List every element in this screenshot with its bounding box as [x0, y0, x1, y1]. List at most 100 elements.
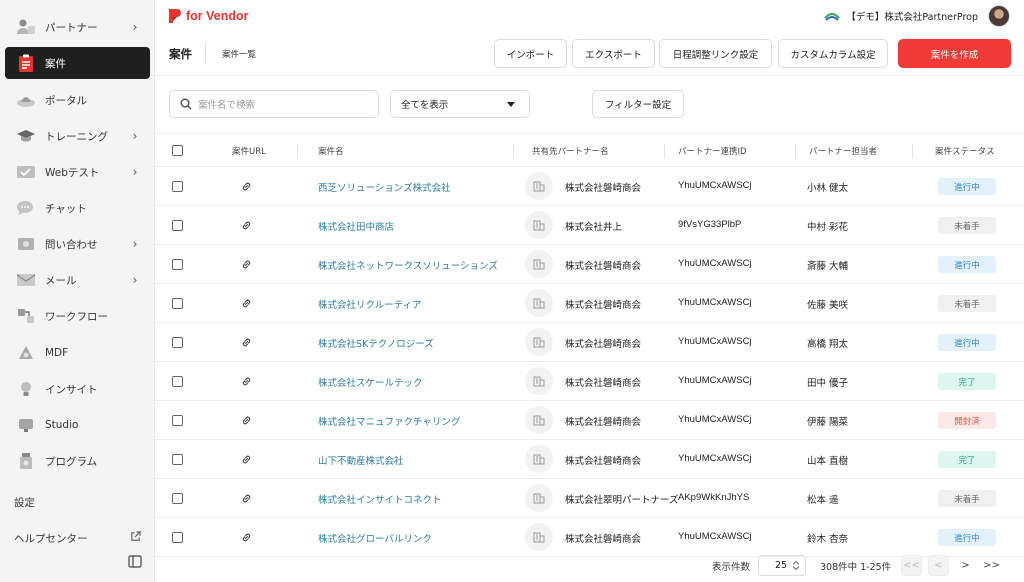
test-icon — [15, 161, 37, 183]
table-row[interactable]: 山下不動産株式会社 株式会社磐崎商会 YhuUMCxAWSCj 山本 直樹 完了 — [155, 440, 1024, 479]
status-badge[interactable]: 未着手 — [938, 490, 996, 507]
create-case-button[interactable]: 案件を作成 — [898, 39, 1011, 68]
table-row[interactable]: 株式会社田中商店 株式会社井上 9fVsYG33PlbP 中村 彩花 未着手 — [155, 206, 1024, 245]
sidebar-item-settings[interactable]: 設定 — [14, 495, 35, 510]
sidebar-item-partners[interactable]: パートナー › — [5, 11, 150, 43]
filter-settings-button[interactable]: フィルター設定 — [592, 90, 684, 118]
per-page-select[interactable]: 25 — [758, 555, 806, 576]
case-name-link[interactable]: 西芝ソリューションズ株式会社 — [318, 180, 451, 194]
sidebar-item-chat[interactable]: チャット — [5, 192, 150, 224]
table-row[interactable]: 西芝ソリューションズ株式会社 株式会社磐崎商会 YhuUMCxAWSCj 小林 健太 進… — [155, 167, 1024, 206]
sidebar-item-inquiry[interactable]: 問い合わせ › — [5, 228, 150, 260]
col-case-name[interactable]: 案件名 — [318, 145, 344, 157]
next-page-button[interactable]: > — [955, 555, 976, 576]
row-checkbox[interactable] — [172, 220, 183, 231]
status-badge[interactable]: 進行中 — [938, 529, 996, 546]
case-name-link[interactable]: 株式会社SKテクノロジーズ — [318, 336, 434, 350]
row-checkbox[interactable] — [172, 376, 183, 387]
case-name-link[interactable]: 株式会社インサイトコネクト — [318, 492, 442, 506]
case-name-link[interactable]: 株式会社ネットワークスソリューションズ — [318, 258, 498, 272]
sidebar-item-studio[interactable]: Studio — [5, 409, 150, 441]
col-case-url[interactable]: 案件URL — [232, 145, 266, 157]
last-page-button[interactable]: >> — [981, 555, 1002, 576]
export-button[interactable]: エクスポート — [572, 39, 655, 68]
case-name-link[interactable]: 山下不動産株式会社 — [318, 453, 404, 467]
sidebar-item-training[interactable]: トレーニング › — [5, 120, 150, 152]
avatar[interactable] — [988, 5, 1010, 27]
table-row[interactable]: 株式会社インサイトコネクト 株式会社翠明パートナーズ AKp9WkKnJhYS 松本 … — [155, 479, 1024, 518]
sidebar-item-webtest[interactable]: Webテスト › — [5, 156, 150, 188]
table-row[interactable]: 株式会社SKテクノロジーズ 株式会社磐崎商会 YhuUMCxAWSCj 高橋 翔太 進行… — [155, 323, 1024, 362]
building-icon — [525, 445, 553, 473]
case-name-link[interactable]: 株式会社グローバルリンク — [318, 531, 432, 545]
status-badge[interactable]: 未着手 — [938, 295, 996, 312]
link-icon[interactable] — [241, 259, 252, 273]
building-icon — [525, 172, 553, 200]
sidebar-item-mail[interactable]: メール › — [5, 264, 150, 296]
col-divider — [912, 144, 913, 158]
sidebar-item-label: プログラム — [45, 455, 98, 468]
custom-column-settings-button[interactable]: カスタムカラム設定 — [778, 39, 888, 68]
status-badge[interactable]: 進行中 — [938, 256, 996, 273]
case-name-link[interactable]: 株式会社田中商店 — [318, 219, 394, 233]
row-checkbox[interactable] — [172, 259, 183, 270]
link-icon[interactable] — [241, 181, 252, 195]
partner-id: YhuUMCxAWSCj — [678, 453, 752, 464]
search-placeholder: 案件名で検索 — [198, 100, 256, 111]
sidebar-item-workflow[interactable]: ワークフロー — [5, 300, 150, 332]
scope-select[interactable]: 全てを表示 — [390, 90, 530, 118]
table-row[interactable]: 株式会社ネットワークスソリューションズ 株式会社磐崎商会 YhuUMCxAWSCj 斎… — [155, 245, 1024, 284]
col-partner-contact[interactable]: パートナー担当者 — [809, 145, 877, 157]
status-badge[interactable]: 開封済 — [938, 412, 996, 429]
sidebar-item-portal[interactable]: ポータル — [5, 84, 150, 116]
link-icon[interactable] — [241, 298, 252, 312]
import-button[interactable]: インポート — [494, 39, 567, 68]
status-badge[interactable]: 進行中 — [938, 334, 996, 351]
chat-icon — [15, 197, 37, 219]
sidebar-item-insight[interactable]: インサイト — [5, 373, 150, 405]
row-checkbox[interactable] — [172, 493, 183, 504]
row-checkbox[interactable] — [172, 181, 183, 192]
case-name-link[interactable]: 株式会社スケールテック — [318, 375, 423, 389]
case-name-link[interactable]: 株式会社リクルーティア — [318, 297, 422, 311]
status-badge[interactable]: 進行中 — [938, 178, 996, 195]
first-page-button[interactable]: << — [901, 555, 922, 576]
prev-page-button[interactable]: < — [928, 555, 949, 576]
status-badge[interactable]: 完了 — [938, 373, 996, 390]
link-icon[interactable] — [241, 337, 252, 351]
col-partner-name[interactable]: 共有先パートナー名 — [532, 145, 609, 157]
table-row[interactable]: 株式会社リクルーティア 株式会社磐崎商会 YhuUMCxAWSCj 佐藤 美咲 未着手 — [155, 284, 1024, 323]
search-input[interactable]: 案件名で検索 — [169, 90, 379, 118]
link-icon[interactable] — [241, 532, 252, 546]
row-checkbox[interactable] — [172, 415, 183, 426]
row-checkbox[interactable] — [172, 454, 183, 465]
schedule-link-settings-button[interactable]: 日程調整リンク設定 — [659, 39, 772, 68]
sidebar-item-program[interactable]: プログラム — [5, 445, 150, 477]
link-icon[interactable] — [241, 220, 252, 234]
sidebar-item-cases[interactable]: 案件 — [5, 47, 150, 79]
brand-logo[interactable]: for Vendor — [168, 8, 249, 24]
sidebar-item-help[interactable]: ヘルプセンター — [14, 531, 88, 546]
select-all-checkbox[interactable] — [172, 145, 183, 156]
sidebar-item-label: チャット — [45, 202, 87, 215]
link-icon[interactable] — [241, 376, 252, 390]
row-checkbox[interactable] — [172, 298, 183, 309]
col-partner-id[interactable]: パートナー連携ID — [678, 145, 747, 157]
partner-contact: 山本 直樹 — [807, 456, 849, 467]
row-checkbox[interactable] — [172, 337, 183, 348]
table-row[interactable]: 株式会社スケールテック 株式会社磐崎商会 YhuUMCxAWSCj 田中 優子 完了 — [155, 362, 1024, 401]
case-name-link[interactable]: 株式会社マニュファクチャリング — [318, 414, 460, 428]
partner-contact: 小林 健太 — [807, 183, 849, 194]
link-icon[interactable] — [241, 493, 252, 507]
table-row[interactable]: 株式会社マニュファクチャリング 株式会社磐崎商会 YhuUMCxAWSCj 伊藤 陽菜… — [155, 401, 1024, 440]
link-icon[interactable] — [241, 454, 252, 468]
status-badge[interactable]: 未着手 — [938, 217, 996, 234]
status-badge[interactable]: 完了 — [938, 451, 996, 468]
org-switcher[interactable]: 【デモ】株式会社PartnerProp — [824, 5, 1010, 27]
sidebar-item-mdf[interactable]: MDF — [5, 337, 150, 369]
link-icon[interactable] — [241, 415, 252, 429]
row-checkbox[interactable] — [172, 532, 183, 543]
col-case-status[interactable]: 案件ステータス — [935, 145, 995, 157]
sidebar-collapse-icon[interactable] — [128, 555, 142, 571]
external-link-icon[interactable] — [130, 531, 141, 545]
